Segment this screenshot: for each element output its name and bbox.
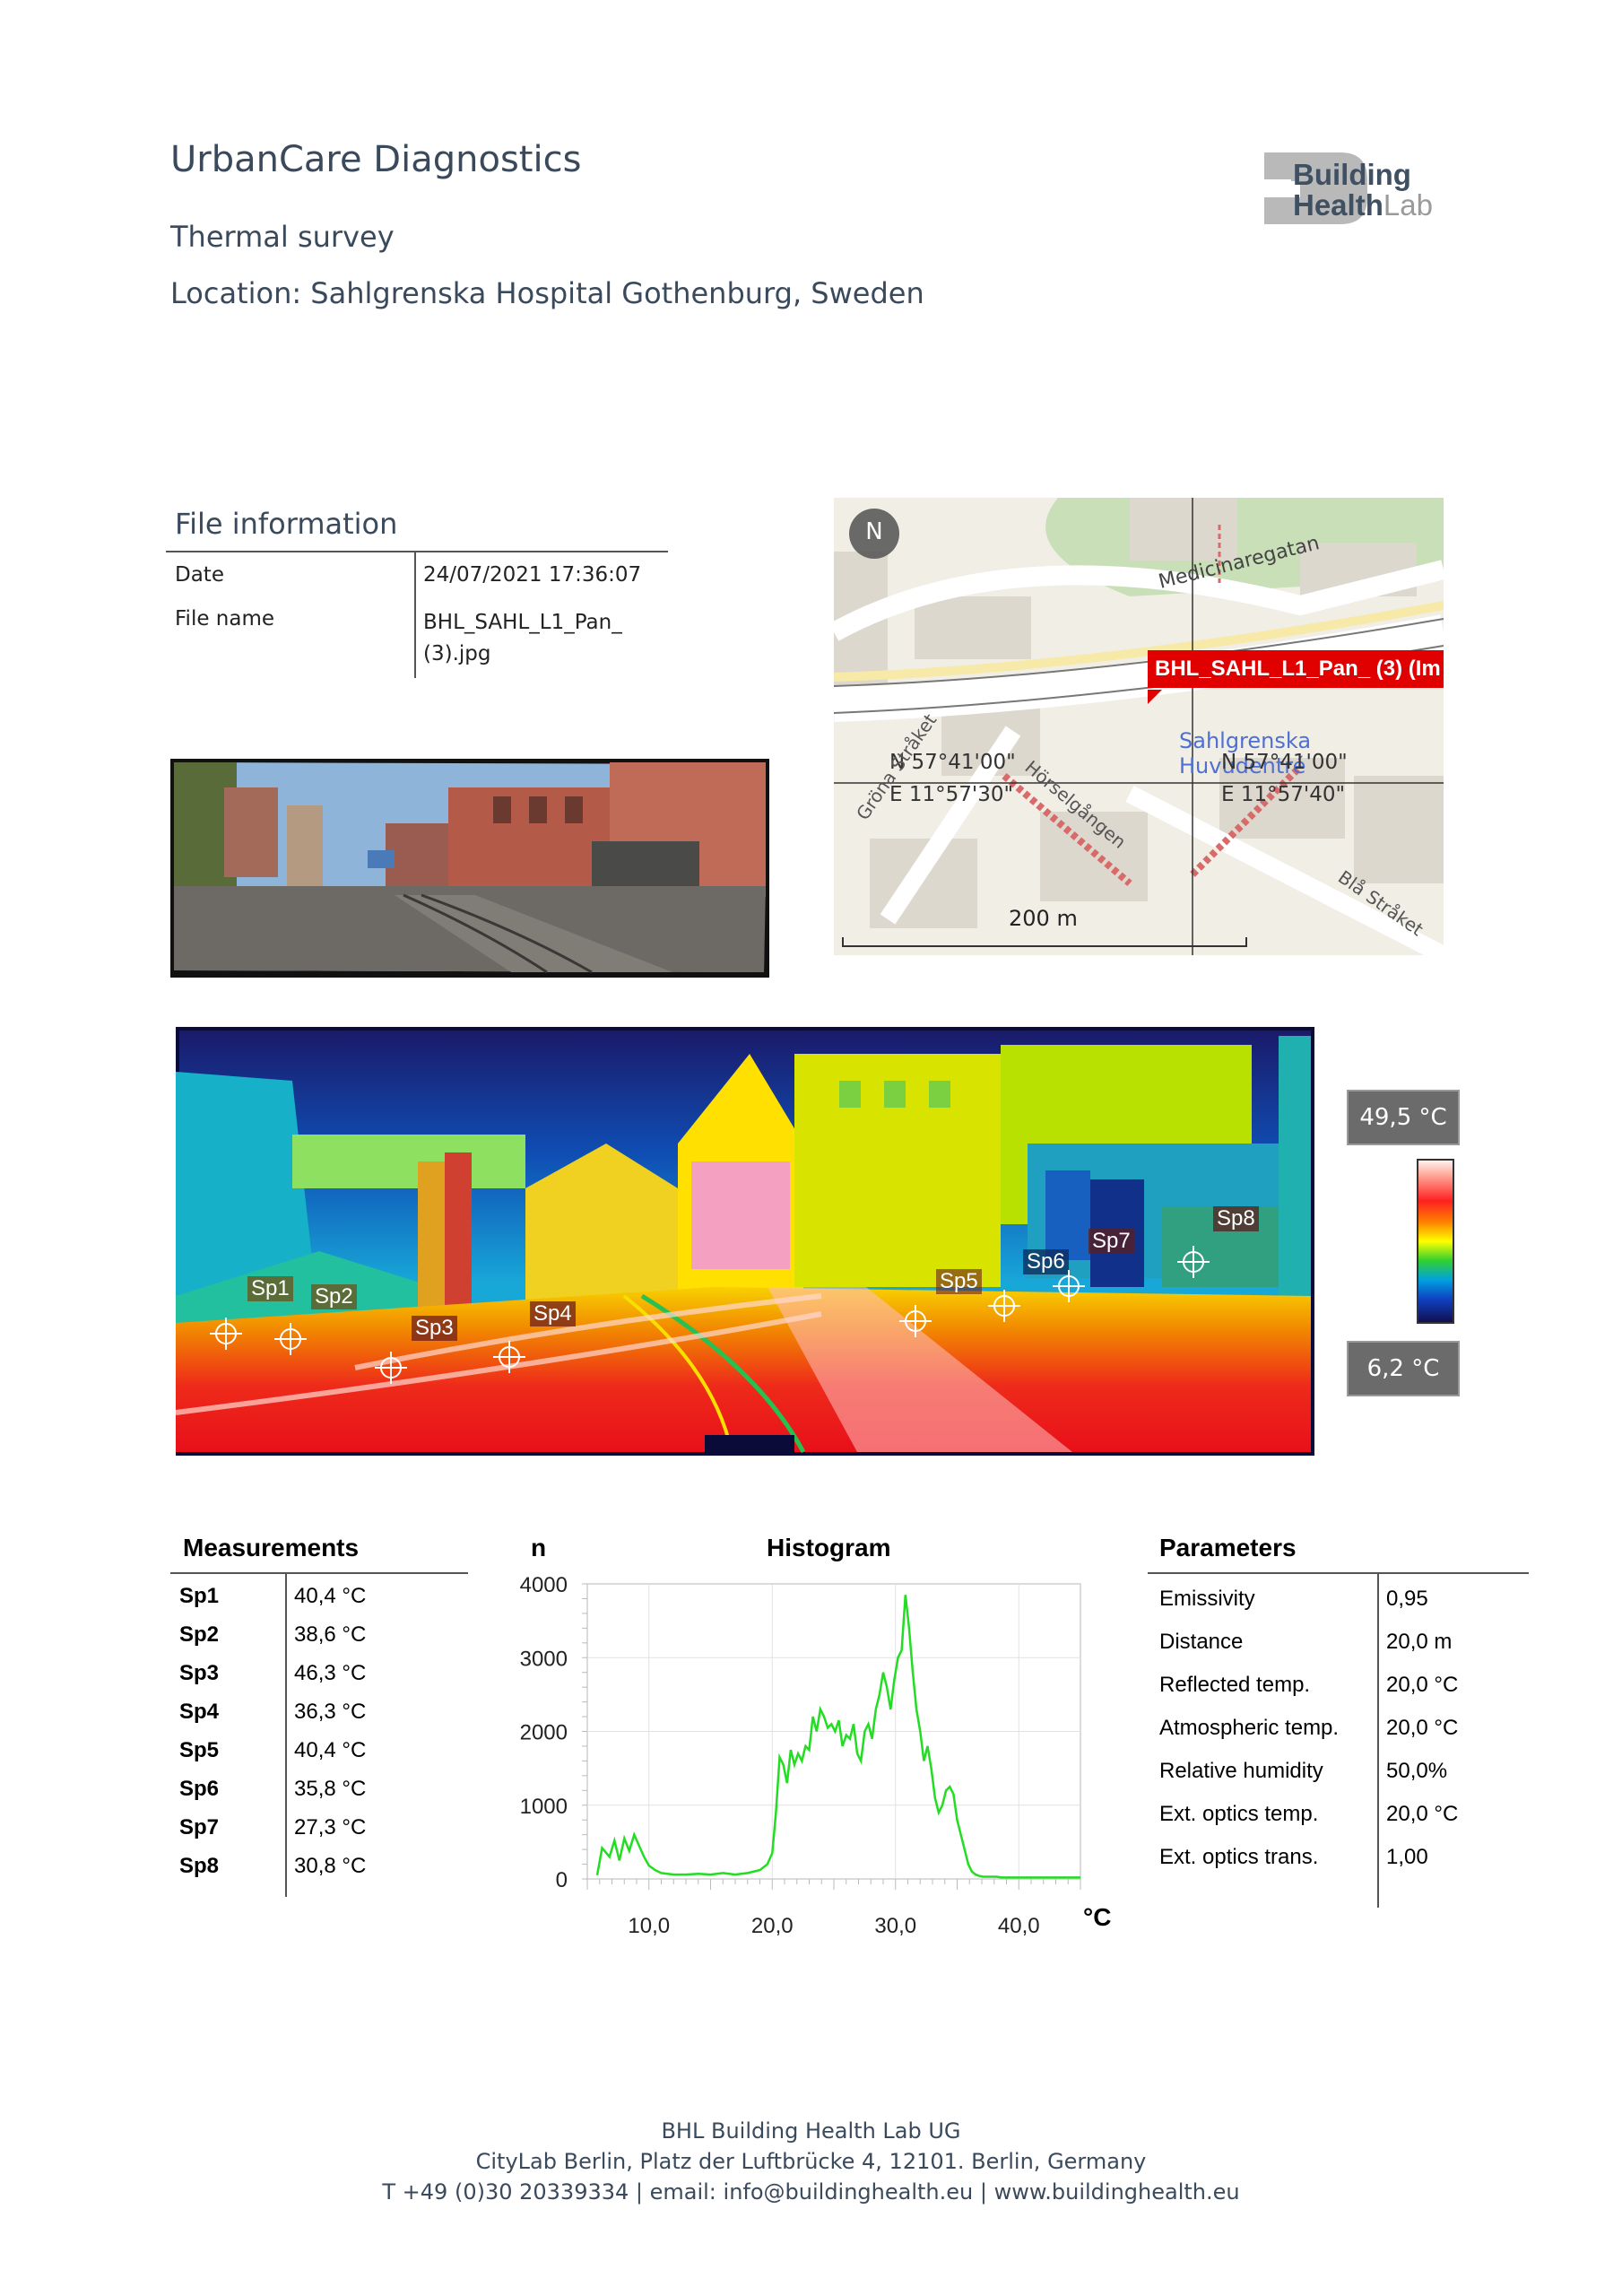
histogram-title: Histogram: [767, 1534, 891, 1561]
logo-word-building: Building: [1293, 158, 1411, 191]
temperature-scale-bar: [1417, 1159, 1454, 1324]
map-marker-pointer-icon: [1148, 690, 1162, 704]
crosshair-icon-sp1: [210, 1318, 242, 1350]
histogram-chart: 0 1000 2000 3000 4000 10,0 20,0 30,0 40,0: [520, 1573, 1081, 1938]
measurement-label-sp8: Sp8: [179, 1854, 220, 1878]
crosshair-icon-sp2: [274, 1323, 307, 1355]
scale-max-label: 49,5 °C: [1347, 1090, 1460, 1145]
param-label-reflected-temp: Reflected temp.: [1159, 1673, 1311, 1697]
map-marker-label[interactable]: BHL_SAHL_L1_Pan_ (3) (Im: [1148, 650, 1444, 688]
north-arrow-icon: N: [865, 518, 883, 545]
param-value-emissivity: 0,95: [1386, 1587, 1428, 1611]
measurement-label-sp4: Sp4: [179, 1700, 220, 1724]
map-coord-e-right: E 11°57'40": [1221, 783, 1346, 806]
param-label-emissivity: Emissivity: [1159, 1587, 1255, 1611]
map-place-sahlgrenska: Sahlgrenska: [1179, 728, 1312, 753]
param-label-atmospheric-temp: Atmospheric temp.: [1159, 1716, 1340, 1740]
file-info-filename-label: File name: [175, 607, 275, 631]
param-value-reflected-temp: 20,0 °C: [1386, 1673, 1459, 1697]
footer-company: BHL Building Health Lab UG: [661, 2118, 961, 2144]
file-info-divider: [414, 552, 416, 678]
measurement-label-sp2: Sp2: [179, 1622, 220, 1647]
file-info-filename-value: BHL_SAHL_L1_Pan_ (3).jpg: [423, 611, 622, 665]
y-tick-label: 3000: [520, 1647, 568, 1671]
x-tick-label: 30,0: [874, 1914, 916, 1938]
param-label-relative-humidity: Relative humidity: [1159, 1759, 1323, 1783]
parameters-title: Parameters: [1159, 1534, 1297, 1561]
footer-contact: T +49 (0)30 20339334 | email: info@build…: [382, 2179, 1240, 2205]
param-value-distance: 20,0 m: [1386, 1630, 1453, 1654]
crosshair-icon-sp5: [899, 1305, 932, 1337]
y-tick-label: 2000: [520, 1721, 568, 1745]
crosshair-icon-sp4: [493, 1341, 525, 1373]
crosshair-icon-sp8: [1177, 1246, 1210, 1278]
file-info-date-label: Date: [175, 563, 224, 587]
x-tick-label: 40,0: [998, 1914, 1040, 1938]
measurement-value-sp2: 38,6 °C: [294, 1622, 367, 1647]
param-label-distance: Distance: [1159, 1630, 1244, 1654]
footer-address: CityLab Berlin, Platz der Luftbrücke 4, …: [475, 2149, 1147, 2174]
map-coord-n-right: N 57°41'00": [1221, 751, 1348, 774]
histogram-series-line: [595, 1595, 1080, 1879]
file-info-date-value: 24/07/2021 17:36:07: [423, 563, 642, 587]
parameters-rule: [1148, 1572, 1529, 1574]
measurement-label-sp3: Sp3: [179, 1661, 220, 1685]
crosshair-icon-sp6: [988, 1290, 1020, 1322]
visual-photo: [170, 752, 769, 978]
thermal-image: Sp1 Sp2 Sp3 Sp4 Sp5 Sp6 Sp7 Sp8: [175, 1027, 1314, 1456]
location-map[interactable]: N Medicinaregatan BHL_SAHL_L1_Pan_ (3) (…: [834, 498, 1444, 955]
parameters-divider: [1377, 1574, 1379, 1908]
measurements-rule: [170, 1572, 468, 1574]
report-subtitle: Thermal survey: [170, 220, 395, 254]
crosshair-icon-sp7: [1053, 1270, 1085, 1302]
param-value-ext-optics-temp: 20,0 °C: [1386, 1802, 1459, 1826]
param-label-ext-optics-temp: Ext. optics temp.: [1159, 1802, 1319, 1826]
measurement-value-sp4: 36,3 °C: [294, 1700, 367, 1724]
x-tick-label: 10,0: [628, 1914, 670, 1938]
location-text: Location: Sahlgrenska Hospital Gothenbur…: [170, 276, 924, 310]
logo-word-lab: Lab: [1383, 188, 1433, 222]
map-coord-e-left: E 11°57'30": [889, 783, 1014, 806]
param-label-ext-optics-trans: Ext. optics trans.: [1159, 1845, 1319, 1869]
measurement-value-sp8: 30,8 °C: [294, 1854, 367, 1878]
measurement-value-sp6: 35,8 °C: [294, 1777, 367, 1801]
y-tick-label: 1000: [520, 1795, 568, 1819]
measurement-value-sp1: 40,4 °C: [294, 1584, 367, 1608]
file-info-rule: [166, 551, 668, 552]
y-tick-label: 0: [556, 1868, 568, 1892]
histogram-y-label: n: [531, 1534, 547, 1561]
measurements-title: Measurements: [183, 1534, 360, 1561]
x-tick-label: 20,0: [751, 1914, 794, 1938]
measurements-divider: [285, 1574, 287, 1897]
crosshair-icon-sp3: [375, 1352, 407, 1384]
y-tick-label: 4000: [520, 1573, 568, 1597]
measurement-value-sp3: 46,3 °C: [294, 1661, 367, 1685]
file-info-title: File information: [175, 507, 398, 541]
measurement-label-sp6: Sp6: [179, 1777, 220, 1801]
measurement-label-sp7: Sp7: [179, 1815, 220, 1839]
scale-min-label: 6,2 °C: [1347, 1341, 1460, 1396]
param-value-ext-optics-trans: 1,00: [1386, 1845, 1428, 1869]
measurement-value-sp7: 27,3 °C: [294, 1815, 367, 1839]
measurement-label-sp5: Sp5: [179, 1738, 220, 1762]
map-scale-label: 200 m: [1009, 906, 1078, 931]
measurement-value-sp5: 40,4 °C: [294, 1738, 367, 1762]
param-value-atmospheric-temp: 20,0 °C: [1386, 1716, 1459, 1740]
page-title: UrbanCare Diagnostics: [170, 139, 582, 180]
spot-markers: [210, 1246, 1210, 1384]
measurement-label-sp1: Sp1: [179, 1584, 220, 1608]
company-logo: Building HealthLab: [1255, 144, 1470, 233]
param-value-relative-humidity: 50,0%: [1386, 1759, 1448, 1783]
logo-word-health: Health: [1293, 188, 1383, 222]
